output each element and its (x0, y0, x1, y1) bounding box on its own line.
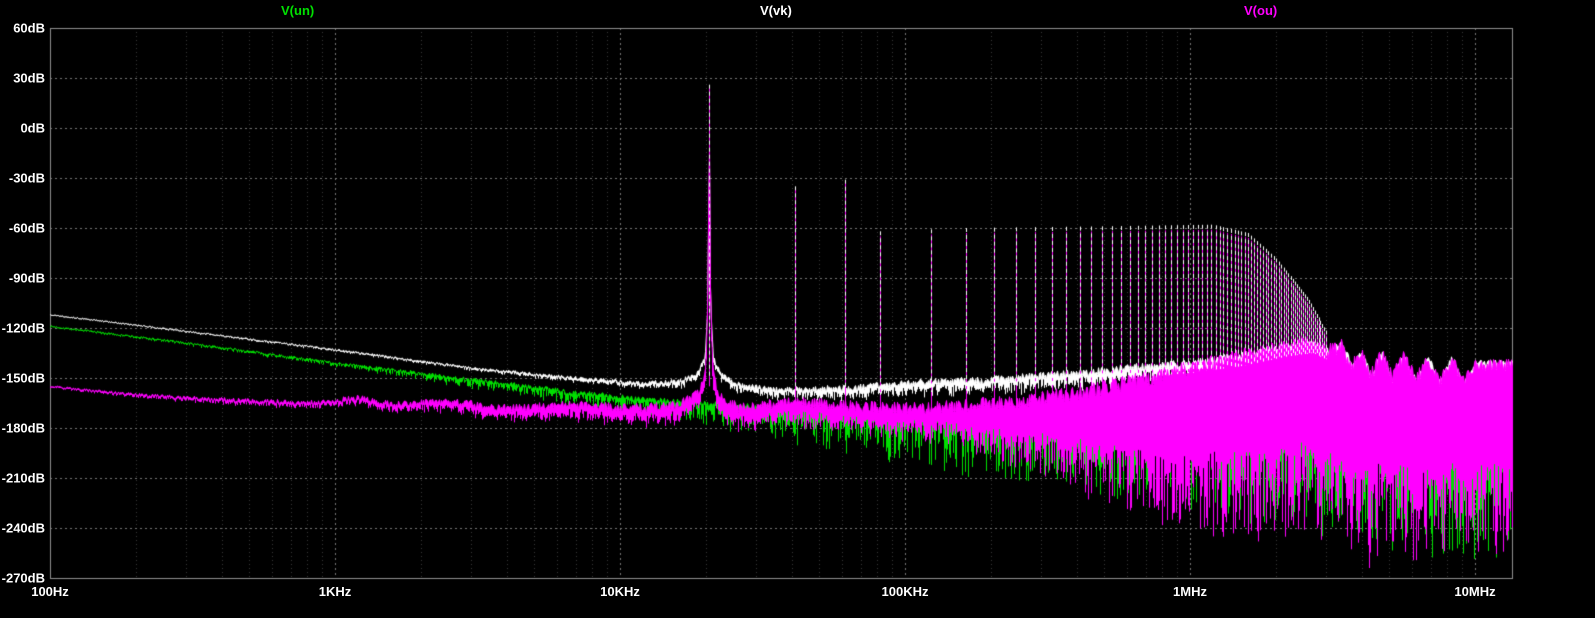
legend-trace-vou[interactable]: V(ou) (1244, 3, 1277, 18)
x-tick-label: 10MHz (1454, 584, 1496, 599)
y-tick-label: -240dB (1, 520, 45, 536)
plot-canvas[interactable] (0, 0, 1595, 618)
y-tick-label: 60dB (13, 20, 45, 36)
waveform-viewer: 60dB 30dB 0dB -30dB -60dB -90dB -120dB -150dB -1… (0, 0, 1595, 618)
y-tick-label: -150dB (1, 370, 45, 386)
x-tick-label: 100Hz (31, 584, 69, 599)
y-tick-label: -120dB (1, 320, 45, 336)
y-tick-label: -210dB (1, 470, 45, 486)
y-tick-label: 30dB (13, 70, 45, 86)
y-tick-label: -90dB (8, 270, 45, 286)
legend-trace-vvk[interactable]: V(vk) (760, 3, 792, 18)
x-tick-label: 1MHz (1173, 584, 1207, 599)
y-tick-label: -30dB (8, 170, 45, 186)
y-tick-label: -180dB (1, 420, 45, 436)
x-tick-label: 1KHz (318, 584, 352, 599)
y-tick-label: 0dB (20, 120, 45, 136)
x-tick-label: 100KHz (881, 584, 929, 599)
legend-trace-vun[interactable]: V(un) (281, 3, 314, 18)
y-tick-label: -60dB (8, 220, 45, 236)
x-tick-label: 10KHz (600, 584, 640, 599)
